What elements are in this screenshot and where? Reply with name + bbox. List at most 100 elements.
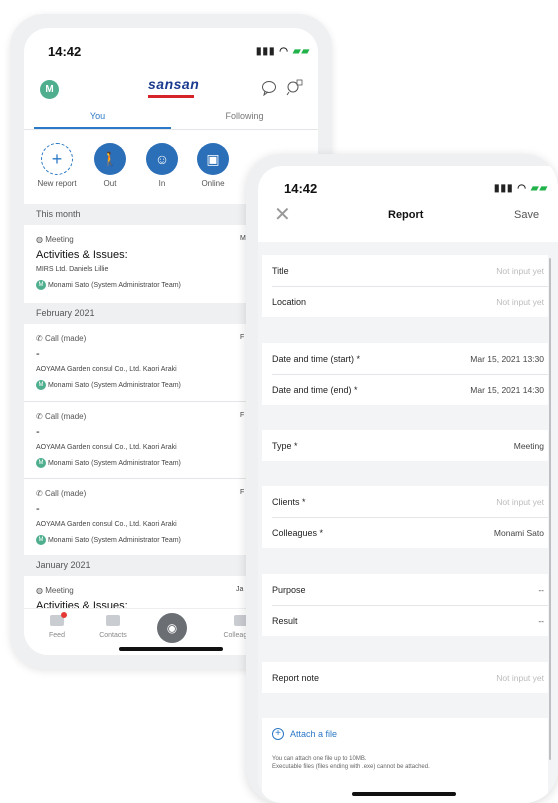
item-type: ✆ Call (made) — [36, 412, 87, 421]
field-clients-label: Clients * — [272, 497, 306, 507]
monitor-icon: ▣ — [206, 151, 220, 167]
report-screen: 14:42 ▮▮▮ ◠ ▰▰ ✕ Report Save Title Not i… — [258, 166, 558, 803]
field-start[interactable]: Date and time (start) * Mar 15, 2021 13:… — [262, 343, 548, 374]
group-note: Report note Not input yet — [262, 662, 548, 693]
nav-contacts[interactable]: Contacts — [88, 615, 138, 639]
attach-file-label: Attach a file — [290, 729, 338, 739]
group-basic: Title Not input yet Location Not input y… — [262, 255, 548, 317]
item-title: - — [36, 348, 40, 360]
field-note-label: Report note — [272, 673, 320, 683]
field-end-value: Mar 15, 2021 14:30 — [470, 385, 544, 395]
avatar[interactable]: M — [40, 80, 59, 99]
item-date-edge: F — [240, 489, 245, 496]
out-button[interactable]: 🚶 — [94, 143, 126, 175]
page-title: Report — [388, 209, 424, 221]
online-button[interactable]: ▣ — [197, 143, 229, 175]
item-title: - — [36, 503, 40, 515]
save-button[interactable]: Save — [514, 209, 539, 221]
home-indicator — [352, 792, 456, 796]
attach-file-button[interactable]: + Attach a file — [272, 726, 392, 744]
field-colleagues-value: Monami Sato — [493, 528, 544, 538]
group-type: Type * Meeting — [262, 430, 548, 461]
group-datetime: Date and time (start) * Mar 15, 2021 13:… — [262, 343, 548, 405]
field-result-value: -- — [538, 616, 544, 626]
signal-icon: ▮▮▮ — [494, 183, 514, 194]
logo-underline — [148, 95, 194, 98]
field-start-value: Mar 15, 2021 13:30 — [470, 354, 544, 364]
nav-feed[interactable]: Feed — [32, 612, 82, 639]
field-title[interactable]: Title Not input yet — [262, 255, 548, 286]
battery-icon: ▰▰ — [530, 183, 549, 194]
phone-icon: ✆ — [36, 334, 43, 343]
attach-note-exe: Executable files (files ending with .exe… — [272, 764, 430, 770]
tab-divider — [24, 129, 318, 130]
phone-icon: ✆ — [36, 412, 43, 421]
item-company: AOYAMA Garden consul Co., Ltd. Kaori Ara… — [36, 366, 177, 373]
tab-following[interactable]: Following — [171, 111, 318, 121]
item-type: ◍ Meeting — [36, 586, 74, 595]
item-company: AOYAMA Garden consul Co., Ltd. Kaori Ara… — [36, 444, 177, 451]
chat-icon[interactable] — [261, 80, 277, 101]
field-title-label: Title — [272, 266, 289, 276]
field-start-label: Date and time (start) * — [272, 354, 361, 364]
item-person: M Monami Sato (System Administrator Team… — [36, 280, 181, 290]
mini-avatar: M — [36, 458, 46, 468]
item-title: Activities & Issues: — [36, 249, 128, 261]
field-colleagues[interactable]: Colleagues * Monami Sato — [262, 517, 548, 548]
status-time: 14:42 — [284, 181, 318, 196]
notification-dot — [61, 612, 67, 618]
camera-button[interactable]: ◉ — [157, 613, 187, 643]
item-title: - — [36, 426, 40, 438]
item-date-edge: F — [240, 334, 245, 341]
nav-feed-label: Feed — [49, 632, 65, 639]
field-location-value: Not input yet — [496, 297, 544, 307]
wifi-icon: ◠ — [279, 46, 290, 57]
field-note-value: Not input yet — [496, 673, 544, 683]
in-button[interactable]: ☺ — [146, 143, 178, 175]
field-type[interactable]: Type * Meeting — [262, 430, 548, 461]
field-purpose-label: Purpose — [272, 585, 306, 595]
phone-icon: ✆ — [36, 489, 43, 498]
meeting-icon: ◍ — [36, 235, 43, 244]
sansan-logo: sansan — [148, 76, 200, 92]
battery-icon: ▰▰ — [292, 46, 311, 57]
field-end-label: Date and time (end) * — [272, 385, 358, 395]
item-date-edge: Ja — [236, 586, 244, 593]
status-time: 14:42 — [48, 44, 82, 59]
item-type: ✆ Call (made) — [36, 334, 87, 343]
search-icon[interactable] — [286, 79, 303, 101]
group-people: Clients * Not input yet Colleagues * Mon… — [262, 486, 548, 548]
field-title-value: Not input yet — [496, 266, 544, 276]
item-person: M Monami Sato (System Administrator Team… — [36, 458, 181, 468]
field-result[interactable]: Result -- — [262, 605, 548, 636]
signal-icon: ▮▮▮ — [256, 46, 276, 57]
item-date-edge: M — [240, 235, 246, 242]
field-note[interactable]: Report note Not input yet — [262, 662, 548, 693]
field-result-label: Result — [272, 616, 298, 626]
plus-icon: + — [51, 149, 63, 169]
field-location[interactable]: Location Not input yet — [262, 286, 548, 317]
field-type-label: Type * — [272, 441, 298, 451]
item-date-edge: F — [240, 412, 245, 419]
field-end[interactable]: Date and time (end) * Mar 15, 2021 14:30 — [262, 374, 548, 405]
field-clients[interactable]: Clients * Not input yet — [262, 486, 548, 517]
field-purpose[interactable]: Purpose -- — [262, 574, 548, 605]
mini-avatar: M — [36, 280, 46, 290]
scrollbar[interactable] — [549, 258, 551, 760]
status-icons: ▮▮▮ ◠ ▰▰ — [494, 183, 548, 194]
close-icon[interactable]: ✕ — [274, 202, 291, 227]
meeting-icon: ◍ — [36, 586, 43, 595]
tab-you[interactable]: You — [24, 111, 171, 121]
item-company: AOYAMA Garden consul Co., Ltd. Kaori Ara… — [36, 521, 177, 528]
camera-icon: ◉ — [166, 621, 178, 635]
item-company: MIRS Ltd. Daniels Lillie — [36, 266, 109, 273]
field-clients-value: Not input yet — [496, 497, 544, 507]
item-type: ✆ Call (made) — [36, 489, 87, 498]
attach-note-size: You can attach one file up to 10MB. — [272, 756, 367, 762]
field-purpose-value: -- — [538, 585, 544, 595]
item-type: ◍ Meeting — [36, 235, 74, 244]
new-report-button[interactable]: + — [41, 143, 73, 175]
nav-contacts-label: Contacts — [99, 632, 127, 639]
person-badge-icon: ☺ — [154, 151, 170, 167]
feed-icon — [50, 612, 67, 626]
